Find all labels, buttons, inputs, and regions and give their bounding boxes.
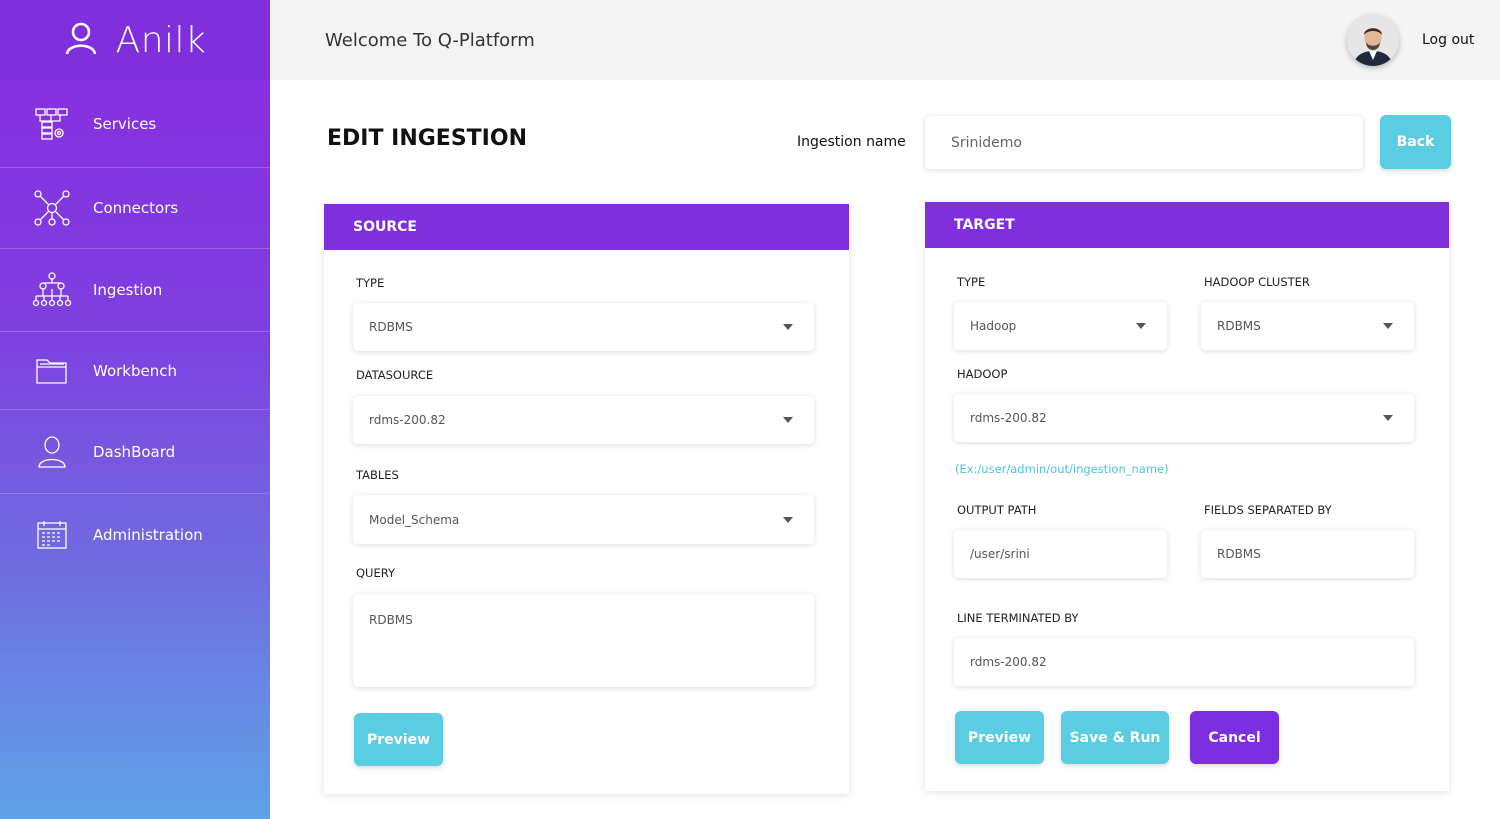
save-run-button[interactable]: Save & Run [1061, 711, 1169, 764]
services-icon [32, 104, 72, 144]
source-panel: SOURCE TYPE RDBMS DATASOURCE rdms-200.82… [324, 204, 849, 794]
ingestion-name-label: Ingestion name [797, 134, 906, 150]
line-terminated-value: rdms-200.82 [970, 655, 1047, 669]
hierarchy-icon [32, 270, 72, 310]
fields-separated-value: RDBMS [1217, 547, 1261, 561]
welcome-text: Welcome To Q-Platform [325, 29, 535, 51]
target-panel: TARGET TYPE Hadoop HADOOP CLUSTER RDBMS … [925, 202, 1449, 791]
user-icon [64, 21, 98, 60]
hadoop-cluster-value: RDBMS [1217, 319, 1261, 333]
sidebar-item-label: DashBoard [93, 442, 176, 461]
sidebar-item-workbench[interactable]: Workbench [0, 332, 270, 410]
back-button[interactable]: Back [1380, 115, 1451, 169]
output-path-label: OUTPUT PATH [957, 503, 1037, 517]
hadoop-cluster-select[interactable]: RDBMS [1201, 302, 1414, 350]
source-type-label: TYPE [356, 276, 385, 290]
target-type-select[interactable]: Hadoop [954, 302, 1167, 350]
chevron-down-icon [783, 417, 793, 423]
sidebar-item-connectors[interactable]: Connectors [0, 168, 270, 249]
person-icon [32, 432, 72, 472]
tables-value: Model_Schema [369, 512, 460, 527]
query-textarea[interactable]: RDBMS [353, 594, 814, 687]
datasource-label: DATASOURCE [356, 368, 434, 382]
hadoop-label: HADOOP [957, 367, 1008, 381]
query-label: QUERY [356, 566, 396, 580]
source-type-select[interactable]: RDBMS [353, 303, 814, 351]
target-type-value: Hadoop [970, 319, 1017, 333]
sidebar-item-label: Services [93, 114, 157, 133]
logout-link[interactable]: Log out [1422, 32, 1474, 48]
sidebar-item-services[interactable]: Services [0, 80, 270, 168]
source-type-value: RDBMS [369, 320, 413, 334]
target-type-label: TYPE [957, 275, 986, 289]
network-icon [32, 188, 72, 228]
brand-name: Anilk [115, 19, 207, 61]
sidebar: Anilk Services Connectors Ingestion Work… [0, 0, 270, 819]
brand: Anilk [0, 0, 270, 80]
tables-select[interactable]: Model_Schema [353, 495, 814, 544]
folder-icon [32, 351, 72, 391]
output-path-input[interactable]: /user/srini [954, 530, 1167, 578]
sidebar-item-label: Ingestion [93, 281, 163, 299]
calendar-icon [32, 515, 72, 555]
chevron-down-icon [1383, 323, 1393, 329]
sidebar-item-label: Administration [93, 525, 203, 544]
cancel-button[interactable]: Cancel [1190, 711, 1279, 764]
target-preview-button[interactable]: Preview [955, 711, 1044, 764]
chevron-down-icon [1136, 323, 1146, 329]
line-terminated-input[interactable]: rdms-200.82 [954, 638, 1414, 686]
target-panel-title: TARGET [925, 202, 1449, 248]
output-path-hint: (Ex:/user/admin/out/ingestion_name) [955, 462, 1169, 476]
ingestion-name-input[interactable] [925, 116, 1363, 169]
hadoop-select[interactable]: rdms-200.82 [954, 394, 1414, 442]
datasource-value: rdms-200.82 [369, 413, 446, 427]
avatar[interactable] [1347, 14, 1399, 66]
hadoop-cluster-label: HADOOP CLUSTER [1204, 275, 1310, 289]
hadoop-value: rdms-200.82 [970, 411, 1047, 425]
line-terminated-label: LINE TERMINATED BY [957, 611, 1079, 625]
chevron-down-icon [783, 516, 793, 523]
query-value: RDBMS [369, 613, 413, 627]
chevron-down-icon [783, 324, 793, 330]
sidebar-item-label: Workbench [93, 361, 177, 380]
sidebar-item-administration[interactable]: Administration [0, 494, 270, 575]
top-bar: Welcome To Q-Platform Log out [270, 0, 1500, 80]
tables-label: TABLES [356, 468, 399, 482]
source-panel-title: SOURCE [324, 204, 849, 250]
sidebar-item-dashboard[interactable]: DashBoard [0, 410, 270, 494]
output-path-value: /user/srini [970, 547, 1030, 561]
sidebar-item-ingestion[interactable]: Ingestion [0, 249, 270, 332]
page-title: EDIT INGESTION [327, 126, 527, 151]
fields-separated-input[interactable]: RDBMS [1201, 530, 1414, 578]
chevron-down-icon [1383, 415, 1393, 421]
sidebar-item-label: Connectors [93, 199, 179, 217]
source-preview-button[interactable]: Preview [354, 713, 443, 766]
datasource-select[interactable]: rdms-200.82 [353, 396, 814, 444]
fields-separated-label: FIELDS SEPARATED BY [1204, 503, 1332, 517]
